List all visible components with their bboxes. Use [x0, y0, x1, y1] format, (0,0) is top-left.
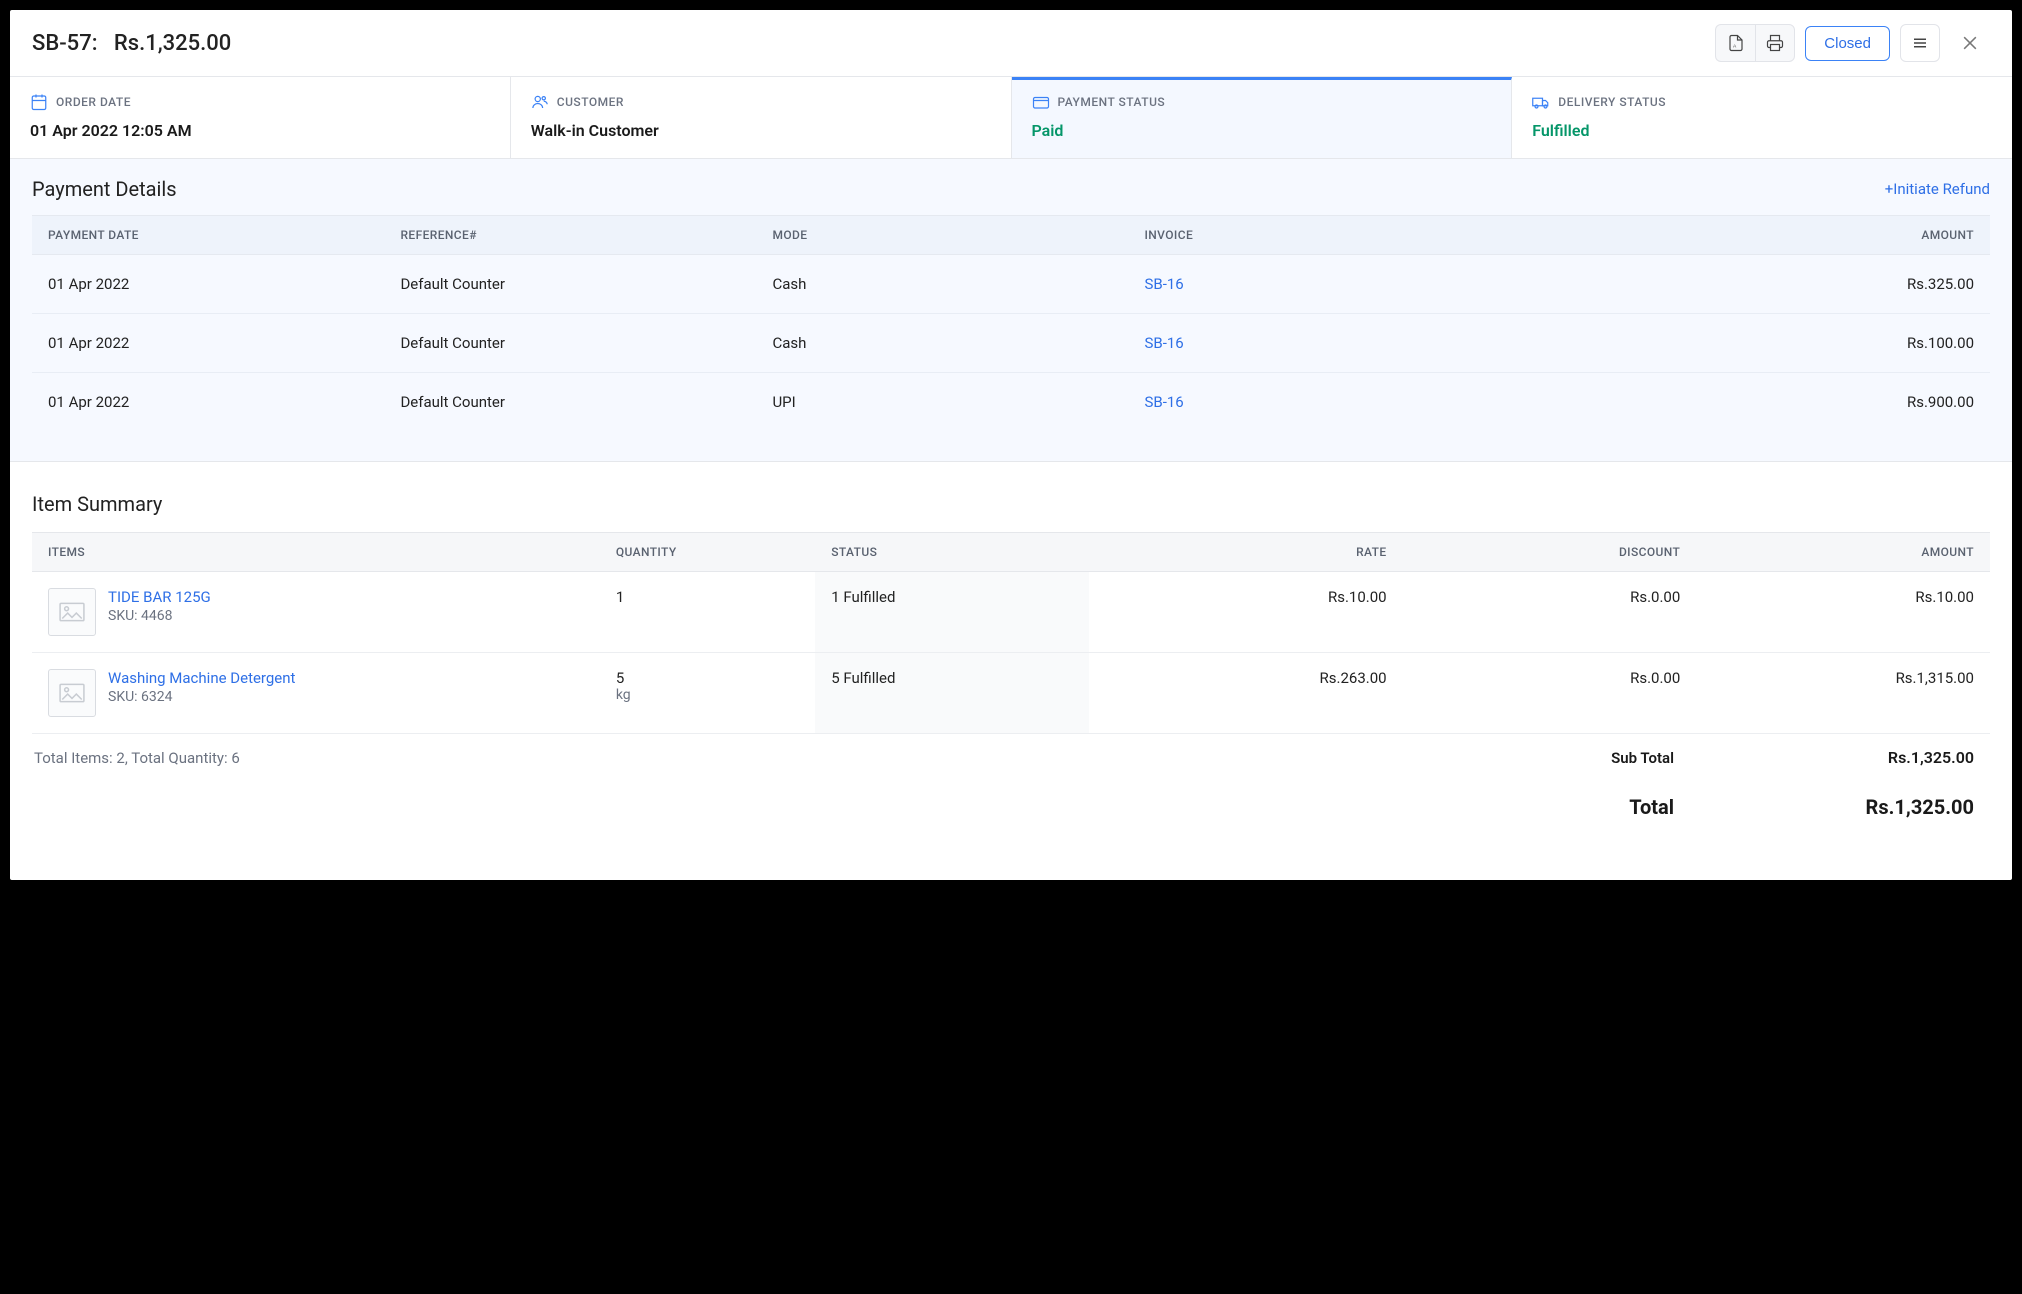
payment-amount: Rs.325.00 [1559, 255, 1990, 314]
payment-row: 01 Apr 2022 Default Counter Cash SB-16 R… [32, 255, 1990, 314]
payment-status-cell[interactable]: PAYMENT STATUS Paid [1012, 77, 1513, 158]
customer-cell[interactable]: CUSTOMER Walk-in Customer [511, 77, 1012, 158]
item-status: 5 Fulfilled [815, 653, 1089, 734]
print-icon [1766, 34, 1784, 52]
svg-text:A: A [1733, 44, 1737, 50]
total-value: Rs.1,325.00 [1854, 795, 1974, 819]
payment-details-panel: Payment Details +Initiate Refund PAYMENT… [10, 159, 2012, 462]
item-summary-section: Item Summary ITEMS QUANTITY STATUS RATE … [10, 462, 2012, 849]
order-date-label: ORDER DATE [56, 95, 131, 109]
col-payment-date: PAYMENT DATE [32, 216, 384, 255]
item-amount: Rs.10.00 [1696, 572, 1990, 653]
payment-date: 01 Apr 2022 [32, 373, 384, 432]
payment-amount: Rs.100.00 [1559, 314, 1990, 373]
payment-ref: Default Counter [384, 373, 756, 432]
pdf-icon: A [1727, 34, 1745, 52]
item-table: ITEMS QUANTITY STATUS RATE DISCOUNT AMOU… [32, 532, 1990, 734]
order-date-value: 01 Apr 2022 12:05 AM [30, 121, 490, 140]
payment-mode: Cash [756, 314, 1128, 373]
print-button[interactable] [1755, 24, 1795, 62]
payment-table: PAYMENT DATE REFERENCE# MODE INVOICE AMO… [32, 215, 1990, 431]
calendar-icon [30, 93, 48, 111]
grand-total-row: Total Rs.1,325.00 [32, 777, 1990, 829]
payment-mode: Cash [756, 255, 1128, 314]
header: SB-57: Rs.1,325.00 A [10, 10, 2012, 77]
col-item-amount: AMOUNT [1696, 533, 1990, 572]
item-discount: Rs.0.00 [1403, 653, 1697, 734]
subtotal-value: Rs.1,325.00 [1854, 748, 1974, 767]
item-name-link[interactable]: TIDE BAR 125G [108, 588, 211, 606]
col-invoice: INVOICE [1128, 216, 1559, 255]
item-discount: Rs.0.00 [1403, 572, 1697, 653]
item-sku: SKU: 4468 [108, 608, 211, 624]
item-thumbnail [48, 669, 96, 717]
delivery-status-label: DELIVERY STATUS [1558, 95, 1666, 109]
item-row: Washing Machine Detergent SKU: 6324 5 kg… [32, 653, 1990, 734]
order-detail-panel: SB-57: Rs.1,325.00 A [10, 10, 2012, 880]
item-rate: Rs.263.00 [1089, 653, 1402, 734]
payment-row: 01 Apr 2022 Default Counter Cash SB-16 R… [32, 314, 1990, 373]
col-rate: RATE [1089, 533, 1402, 572]
close-icon [1960, 33, 1980, 53]
item-amount: Rs.1,315.00 [1696, 653, 1990, 734]
more-menu-button[interactable] [1900, 24, 1940, 62]
item-thumbnail [48, 588, 96, 636]
invoice-link[interactable]: SB-16 [1144, 334, 1183, 352]
delivery-status-value: Fulfilled [1532, 121, 1992, 140]
order-date-cell[interactable]: ORDER DATE 01 Apr 2022 12:05 AM [10, 77, 511, 158]
order-info-strip: ORDER DATE 01 Apr 2022 12:05 AM CUSTOMER… [10, 77, 2012, 159]
payment-date: 01 Apr 2022 [32, 314, 384, 373]
col-amount: AMOUNT [1559, 216, 1990, 255]
col-items: ITEMS [32, 533, 600, 572]
closed-status-button[interactable]: Closed [1805, 26, 1890, 61]
item-status: 1 Fulfilled [815, 572, 1089, 653]
item-sku: SKU: 6324 [108, 689, 295, 705]
payment-date: 01 Apr 2022 [32, 255, 384, 314]
menu-icon [1911, 34, 1929, 52]
item-name-link[interactable]: Washing Machine Detergent [108, 669, 295, 687]
export-print-group: A [1715, 24, 1795, 62]
order-id: SB-57: [32, 31, 98, 56]
payment-mode: UPI [756, 373, 1128, 432]
col-mode: MODE [756, 216, 1128, 255]
col-reference: REFERENCE# [384, 216, 756, 255]
customer-label: CUSTOMER [557, 95, 624, 109]
col-discount: DISCOUNT [1403, 533, 1697, 572]
order-total: Rs.1,325.00 [114, 31, 231, 56]
header-actions: A Closed [1715, 24, 1990, 62]
col-status: STATUS [815, 533, 1089, 572]
invoice-link[interactable]: SB-16 [1144, 275, 1183, 293]
item-summary-title: Item Summary [32, 492, 1990, 516]
totals-summary-left: Total Items: 2, Total Quantity: 6 [32, 749, 240, 767]
total-label: Total [1629, 795, 1674, 819]
payment-status-value: Paid [1032, 121, 1492, 140]
payment-details-title: Payment Details [32, 177, 177, 201]
invoice-link[interactable]: SB-16 [1144, 393, 1183, 411]
item-row: TIDE BAR 125G SKU: 4468 1 1 Fulfilled Rs… [32, 572, 1990, 653]
export-pdf-button[interactable]: A [1715, 24, 1755, 62]
col-quantity: QUANTITY [600, 533, 815, 572]
customer-icon [531, 93, 549, 111]
item-rate: Rs.10.00 [1089, 572, 1402, 653]
payment-ref: Default Counter [384, 314, 756, 373]
page-title: SB-57: Rs.1,325.00 [32, 31, 231, 56]
close-panel-button[interactable] [1950, 24, 1990, 62]
payment-row: 01 Apr 2022 Default Counter UPI SB-16 Rs… [32, 373, 1990, 432]
truck-icon [1532, 93, 1550, 111]
payment-ref: Default Counter [384, 255, 756, 314]
initiate-refund-link[interactable]: +Initiate Refund [1885, 180, 1990, 198]
subtotal-row: Total Items: 2, Total Quantity: 6 Sub To… [32, 734, 1990, 777]
payment-status-label: PAYMENT STATUS [1058, 95, 1166, 109]
item-qty: 1 [600, 572, 815, 653]
payment-amount: Rs.900.00 [1559, 373, 1990, 432]
wallet-icon [1032, 93, 1050, 111]
customer-value: Walk-in Customer [531, 121, 991, 140]
delivery-status-cell[interactable]: DELIVERY STATUS Fulfilled [1512, 77, 2012, 158]
subtotal-label: Sub Total [1611, 749, 1674, 767]
item-qty: 5 kg [600, 653, 815, 734]
